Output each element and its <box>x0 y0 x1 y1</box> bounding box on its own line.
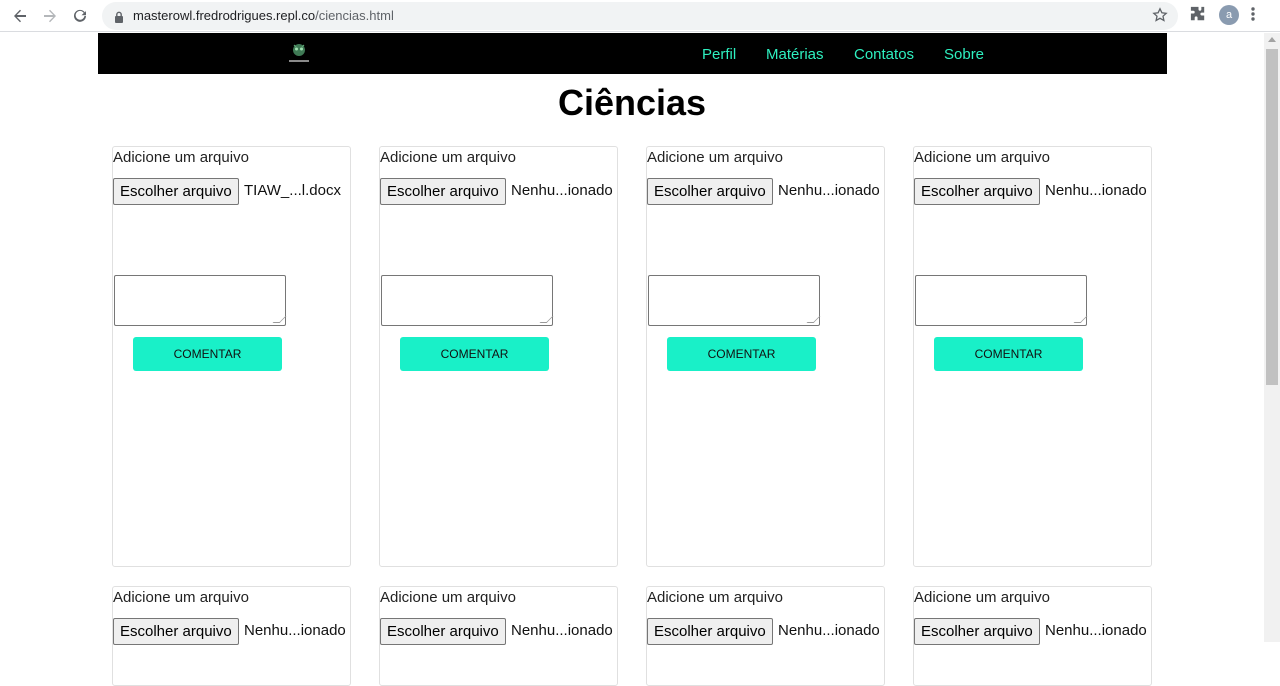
choose-file-button[interactable]: Escolher arquivo <box>380 178 506 205</box>
nav-link-sobre[interactable]: Sobre <box>944 46 984 63</box>
card-label: Adicione um arquivo <box>113 149 249 166</box>
resize-grip-icon[interactable] <box>272 316 287 323</box>
card-label: Adicione um arquivo <box>914 589 1050 606</box>
back-icon[interactable] <box>8 4 32 28</box>
file-name: Nenhu...ionado <box>1045 182 1147 199</box>
comment-textarea[interactable] <box>114 275 287 326</box>
card-label: Adicione um arquivo <box>647 149 783 166</box>
resize-grip-icon[interactable] <box>806 316 821 323</box>
comment-button[interactable]: COMENTAR <box>133 337 282 371</box>
upload-card: Adicione um arquivo Escolher arquivo Nen… <box>913 146 1152 567</box>
upload-card: Adicione um arquivo Escolher arquivo Nen… <box>379 146 618 567</box>
card-label: Adicione um arquivo <box>647 589 783 606</box>
reload-icon[interactable] <box>68 4 92 28</box>
comment-button[interactable]: COMENTAR <box>400 337 549 371</box>
menu-icon[interactable] <box>1250 4 1256 29</box>
profile-avatar[interactable]: a <box>1219 5 1239 25</box>
url-host: masterowl.fredrodrigues.repl.co <box>133 8 316 23</box>
card-label: Adicione um arquivo <box>380 589 516 606</box>
scroll-up-arrow-icon[interactable] <box>1268 37 1276 42</box>
upload-card: Adicione um arquivo Escolher arquivo Nen… <box>646 146 885 567</box>
resize-grip-icon[interactable] <box>1073 316 1088 323</box>
lock-icon <box>114 10 124 28</box>
extensions-icon[interactable] <box>1189 5 1207 28</box>
nav-link-materias[interactable]: Matérias <box>766 46 824 63</box>
choose-file-button[interactable]: Escolher arquivo <box>647 618 773 645</box>
page-title: Ciências <box>557 82 707 123</box>
star-icon[interactable] <box>1152 7 1168 28</box>
url-path: /ciencias.html <box>315 8 394 23</box>
choose-file-button[interactable]: Escolher arquivo <box>914 618 1040 645</box>
file-name: Nenhu...ionado <box>511 182 613 199</box>
card-label: Adicione um arquivo <box>380 149 516 166</box>
comment-textarea[interactable] <box>915 275 1088 326</box>
nav-link-contatos[interactable]: Contatos <box>854 46 914 63</box>
choose-file-button[interactable]: Escolher arquivo <box>647 178 773 205</box>
file-name: TIAW_...l.docx <box>244 182 341 199</box>
upload-card: Adicione um arquivo Escolher arquivo Nen… <box>913 586 1152 686</box>
comment-button[interactable]: COMENTAR <box>934 337 1083 371</box>
card-label: Adicione um arquivo <box>113 589 249 606</box>
owl-logo[interactable] <box>284 41 314 65</box>
page-scrollbar[interactable] <box>1264 33 1280 642</box>
comment-button[interactable]: COMENTAR <box>667 337 816 371</box>
upload-card: Adicione um arquivo Escolher arquivo TIA… <box>112 146 351 567</box>
choose-file-button[interactable]: Escolher arquivo <box>914 178 1040 205</box>
choose-file-button[interactable]: Escolher arquivo <box>113 618 239 645</box>
comment-textarea[interactable] <box>381 275 554 326</box>
file-name: Nenhu...ionado <box>778 182 880 199</box>
resize-grip-icon[interactable] <box>539 316 554 323</box>
site-navbar: Perfil Matérias Contatos Sobre <box>98 33 1167 74</box>
upload-card: Adicione um arquivo Escolher arquivo Nen… <box>379 586 618 686</box>
browser-toolbar: masterowl.fredrodrigues.repl.co/ciencias… <box>0 0 1280 32</box>
upload-card: Adicione um arquivo Escolher arquivo Nen… <box>112 586 351 686</box>
file-name: Nenhu...ionado <box>1045 622 1147 639</box>
card-label: Adicione um arquivo <box>914 149 1050 166</box>
choose-file-button[interactable]: Escolher arquivo <box>113 178 239 205</box>
nav-link-perfil[interactable]: Perfil <box>702 46 736 63</box>
scroll-thumb[interactable] <box>1266 49 1278 385</box>
file-name: Nenhu...ionado <box>244 622 346 639</box>
address-bar[interactable]: masterowl.fredrodrigues.repl.co/ciencias… <box>102 2 1178 30</box>
comment-textarea[interactable] <box>648 275 821 326</box>
url-text: masterowl.fredrodrigues.repl.co/ciencias… <box>133 8 394 23</box>
forward-icon[interactable] <box>38 4 62 28</box>
choose-file-button[interactable]: Escolher arquivo <box>380 618 506 645</box>
file-name: Nenhu...ionado <box>778 622 880 639</box>
file-name: Nenhu...ionado <box>511 622 613 639</box>
upload-card: Adicione um arquivo Escolher arquivo Nen… <box>646 586 885 686</box>
